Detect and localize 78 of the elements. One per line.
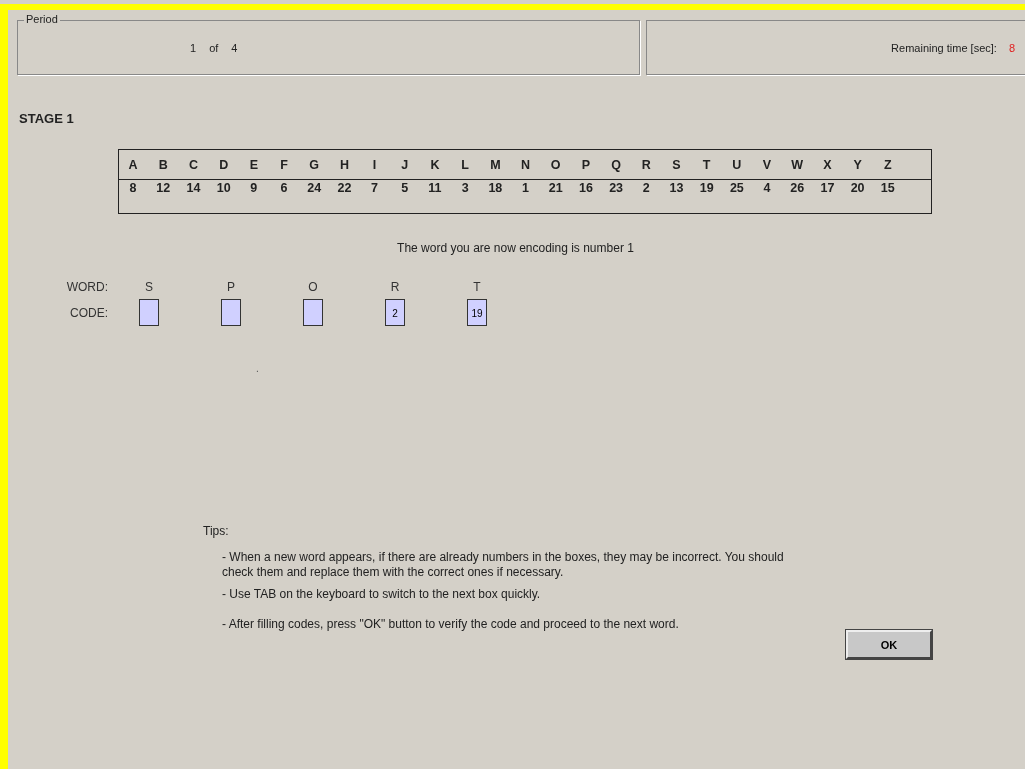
table-cell-text: 1: [521, 181, 530, 195]
table-cell-text: 11: [427, 181, 443, 195]
word-letter: R: [389, 280, 401, 294]
table-cell-text: 12: [155, 181, 172, 195]
table-cell-text: Z: [882, 157, 893, 172]
table-cell-text: T: [701, 157, 712, 172]
table-cell-text: A: [127, 157, 139, 172]
table-cell-text: X: [822, 157, 833, 172]
table-cell-text: 5: [400, 181, 410, 195]
code-field[interactable]: [303, 299, 323, 326]
table-cell-text: 21: [547, 181, 564, 195]
encoding-message: The word you are now encoding is number 1: [396, 241, 635, 255]
timer-value: 8: [1008, 41, 1015, 54]
table-cell-text: 7: [370, 181, 380, 195]
table-cell-text: 24: [306, 181, 323, 195]
tips-title: Tips:: [203, 524, 230, 539]
word-letter: S: [144, 280, 154, 294]
word-letter: O: [307, 280, 319, 294]
timer-label: Remaining time [sec]:: [891, 41, 997, 54]
table-cell-text: K: [429, 157, 441, 172]
table-cell-text: 4: [762, 181, 772, 195]
table-cell-text: 18: [487, 181, 504, 195]
table-cell-text: B: [157, 157, 169, 172]
table-cell-text: O: [549, 157, 562, 172]
table-cell-text: 2: [641, 181, 651, 195]
table-cell-text: H: [338, 157, 350, 172]
table-cell-text: 3: [460, 181, 470, 195]
word-letter: T: [472, 280, 482, 294]
table-cell-text: 26: [789, 181, 806, 195]
table-cell-text: G: [308, 157, 321, 172]
table-cell-text: N: [520, 157, 532, 172]
code-field[interactable]: 19: [467, 299, 487, 326]
table-cell-text: W: [790, 157, 805, 172]
word-letter: P: [226, 280, 236, 294]
tip-text: - When a new word appears, if there are already numbers in the boxes, they may be incorrect. You should check them and replace them with the correct ones if necessary.: [221, 550, 785, 580]
period-current: 1: [190, 41, 197, 54]
table-cell-text: 19: [698, 181, 715, 195]
table-cell-text: R: [640, 157, 652, 172]
table-cell-text: S: [671, 157, 682, 172]
code-label: CODE:: [69, 305, 108, 320]
table-cell-text: 25: [728, 181, 745, 195]
code-field[interactable]: 2: [385, 299, 405, 326]
table-cell-text: 20: [849, 181, 866, 195]
stage-title: STAGE 1: [19, 111, 75, 126]
ok-button[interactable]: OK: [846, 630, 932, 659]
word-label: WORD:: [65, 280, 108, 294]
table-cell-text: 6: [279, 181, 289, 195]
table-cell-text: M: [489, 157, 502, 172]
table-cell-text: I: [371, 157, 378, 172]
table-cell-text: 17: [819, 181, 836, 195]
table-cell-text: L: [460, 157, 470, 172]
tip-text: - After filling codes, press "OK" button to verify the code and proceed to the next word.: [221, 617, 680, 632]
table-cell-text: Y: [852, 157, 863, 172]
period-total: 4: [231, 41, 238, 54]
table-cell-text: P: [580, 157, 592, 172]
tip-text: - Use TAB on the keyboard to switch to the next box quickly.: [221, 587, 542, 602]
table-cell-text: D: [218, 157, 230, 172]
table-cell-text: 22: [336, 181, 353, 195]
table-cell-text: 13: [668, 181, 685, 195]
table-cell-text: V: [761, 157, 773, 172]
table-cell-text: 8: [128, 181, 138, 195]
table-cell-text: U: [731, 157, 743, 172]
table-cell-text: 9: [249, 181, 259, 195]
table-cell-text: 16: [577, 181, 594, 195]
table-cell-text: C: [187, 157, 199, 172]
table-cell-text: 10: [215, 181, 232, 195]
table-cell-text: 14: [185, 181, 202, 195]
table-cell-text: 23: [608, 181, 625, 195]
stray-dot: .: [256, 363, 259, 374]
table-cell-text: J: [400, 157, 410, 172]
period-legend: Period: [24, 13, 60, 25]
table-cell-text: E: [248, 157, 259, 172]
table-cell-text: 15: [879, 181, 896, 195]
code-field[interactable]: [221, 299, 241, 326]
code-field[interactable]: [139, 299, 159, 326]
table-cell-text: Q: [610, 157, 622, 172]
period-of: of: [209, 41, 219, 54]
table-cell-text: F: [279, 157, 289, 172]
